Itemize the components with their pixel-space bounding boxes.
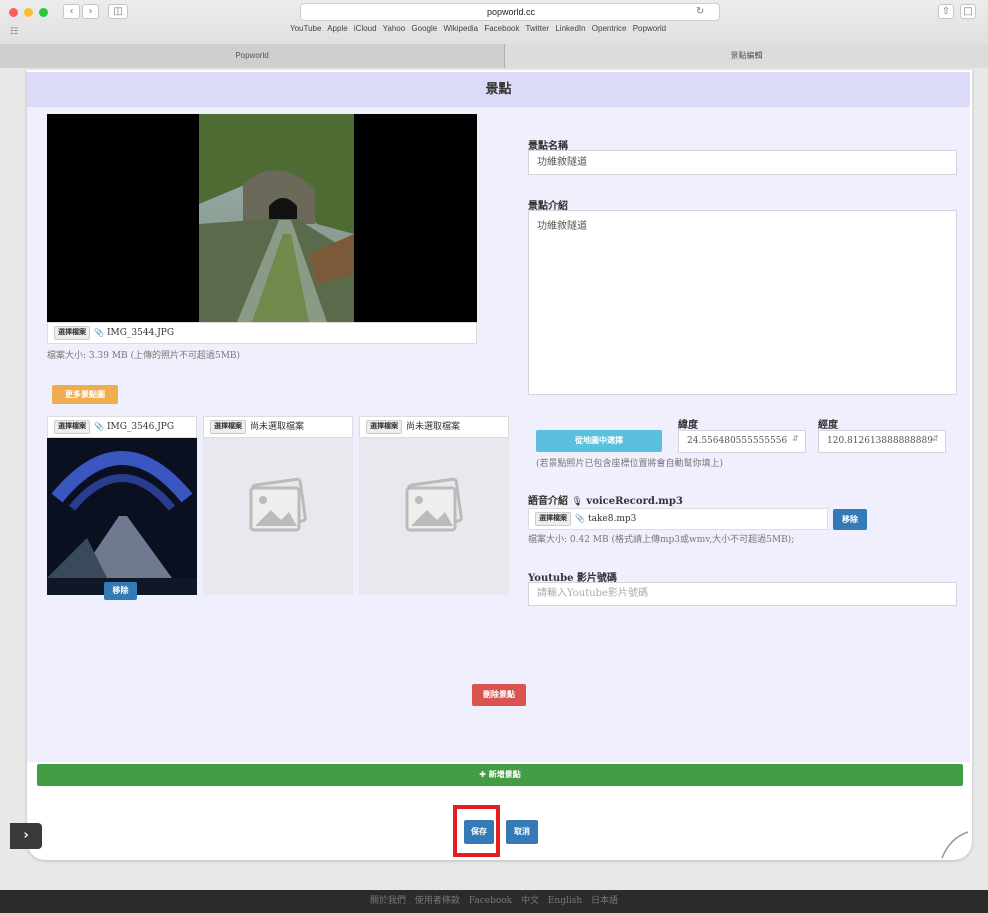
add-spot-button[interactable]: ✚ 新增景點 [37,764,963,786]
photo-filename: IMG_3544.JPG [106,328,175,338]
paperclip-icon: 📎 [575,514,585,523]
image-placeholder-icon [249,477,307,532]
select-from-map-button[interactable]: 從地圖中選擇 [536,430,662,452]
choose-file-button[interactable]: 選擇檔案 [210,419,246,434]
extra-photo-2-filename: 尚未選取檔案 [250,422,305,432]
longitude-input[interactable]: 120.812613888888889 [818,430,946,453]
photo-file-field[interactable]: 選擇檔案 📎 IMG_3544.JPG [47,322,477,344]
remove-audio-button[interactable]: 移除 [833,509,867,530]
choose-file-button[interactable]: 選擇檔案 [535,511,571,526]
longitude-label: 經度 [818,420,838,431]
extra-photo-1-filename: IMG_3546.JPG [106,422,175,432]
audio-file-field[interactable]: 選擇檔案 📎 take8.mp3 [528,508,828,530]
image-placeholder-icon [405,477,463,532]
microphone-icon: 🎙 [571,497,583,507]
forward-icon[interactable]: › [82,4,99,19]
extra-photo-1-image [47,438,197,595]
more-photos-button[interactable]: 更多景點圖 [52,385,118,404]
tab-spot-edit[interactable]: 景點編輯 [505,44,988,68]
cancel-button[interactable]: 取消 [506,820,538,844]
audio-label: 語音介紹 [528,496,568,507]
favorites-bar[interactable]: YouTube Apple iCloud Yahoo Google Wikipe… [290,24,666,33]
longitude-stepper-icon[interactable]: ⇵ [932,434,939,443]
save-highlight-box [453,805,500,857]
add-spot-label: 新增景點 [488,770,521,779]
delete-spot-button[interactable]: 刪除景點 [472,684,526,706]
extra-photo-3-filename: 尚未選取檔案 [406,422,461,432]
address-bar[interactable]: popworld.cc ↻ [300,3,720,21]
remove-extra-photo-1-button[interactable]: 移除 [104,582,137,600]
choose-file-button[interactable]: 選擇檔案 [54,325,90,340]
main-photo [47,114,477,322]
audio-size-note: 檔案大小: 0.42 MB (格式請上傳mp3或wmv,大小不可超過5MB); [528,535,795,545]
chevron-right-icon[interactable]: › [10,823,42,849]
intro-textarea[interactable]: 功維敘隧道 [528,210,957,395]
audio-current-file: voiceRecord.mp3 [586,496,683,507]
choose-file-button[interactable]: 選擇檔案 [54,419,90,434]
choose-file-button[interactable]: 選擇檔案 [366,419,402,434]
reload-icon[interactable]: ↻ [696,6,704,17]
tunnel-photo [199,114,354,322]
new-tab-icon[interactable]: □ [960,4,976,19]
page-curl-icon [941,831,969,859]
paperclip-icon: 📎 [94,328,104,337]
url-text: popworld.cc [486,7,536,17]
latitude-label: 緯度 [678,420,698,431]
share-icon[interactable]: ⇧ [938,4,954,19]
minimize-window-button[interactable] [24,8,33,17]
plus-icon: ✚ [479,770,486,779]
tab-popworld[interactable]: Popworld [0,44,505,68]
audio-label-row: 語音介紹 🎙 voiceRecord.mp3 [528,492,683,507]
latitude-input[interactable]: 24.556480555555556 [678,430,806,453]
sidebar-icon[interactable]: ◫ [108,4,128,19]
footer-links[interactable]: 關於我們 使用者條款 Facebook 中文 English 日本語 [0,890,988,913]
zoom-window-button[interactable] [39,8,48,17]
close-window-button[interactable] [9,8,18,17]
tunnel-interior-photo [47,438,197,578]
extra-photo-2-file[interactable]: 選擇檔案 尚未選取檔案 [203,416,353,438]
extra-photo-1-file[interactable]: 選擇檔案 📎 IMG_3546.JPG [47,416,197,438]
photo-size-note: 檔案大小: 3.39 MB (上傳的照片不可超過5MB) [47,351,241,361]
extra-photo-2-placeholder [203,438,353,595]
page-title: 景點 [27,72,970,107]
bookmarks-grid-icon[interactable]: ☷ [10,27,18,37]
latitude-stepper-icon[interactable]: ⇵ [792,434,799,443]
extra-photo-3-file[interactable]: 選擇檔案 尚未選取檔案 [359,416,509,438]
audio-filename: take8.mp3 [587,514,637,524]
paperclip-icon: 📎 [94,422,104,431]
coordinate-note: (若景點照片已包含座標位置將會自動幫你填上) [536,459,724,469]
name-input[interactable]: 功維敘隧道 [528,150,957,175]
extra-photo-3-placeholder [359,438,509,595]
back-icon[interactable]: ‹ [63,4,80,19]
youtube-input[interactable]: 請輸入Youtube影片號碼 [528,582,957,606]
